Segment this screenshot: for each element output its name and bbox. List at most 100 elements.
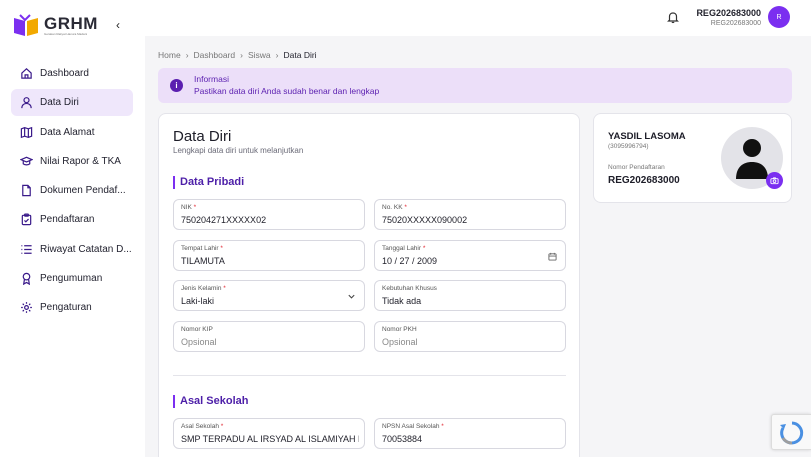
kebutuhan-khusus-field[interactable]: Kebutuhan Khusus Tidak ada <box>374 280 566 311</box>
sidebar-item-label: Dokumen Pendaf... <box>40 185 126 197</box>
profile-name: YASDIL LASOMA <box>608 131 686 142</box>
divider <box>173 375 566 376</box>
tempat-lahir-field[interactable]: Tempat Lahir * TILAMUTA <box>173 240 365 271</box>
kebutuhan-khusus-value: Tidak ada <box>382 296 422 306</box>
sidebar-item-pengumuman[interactable]: Pengumuman <box>11 265 133 292</box>
tanggal-lahir-label: Tanggal Lahir <box>382 245 422 252</box>
avatar[interactable]: R <box>768 6 790 28</box>
sidebar-item-dokumen[interactable]: Dokumen Pendaf... <box>11 177 133 204</box>
breadcrumb-home[interactable]: Home <box>158 50 181 60</box>
info-text: Pastikan data diri Anda sudah benar dan … <box>194 86 380 96</box>
info-alert: i Informasi Pastikan data diri Anda suda… <box>158 68 792 103</box>
home-icon <box>21 68 32 79</box>
logo-subtitle: Gerakan Rakyat Hanura Madani <box>44 31 88 36</box>
chevron-right-icon: › <box>240 50 243 60</box>
asal-sekolah-value: SMP TERPADU AL IRSYAD AL ISLAMIYAH KOTA … <box>181 434 359 444</box>
sidebar-nav: Dashboard Data Diri Data Alamat Nilai Ra… <box>11 60 133 324</box>
sidebar-item-label: Dashboard <box>40 68 89 79</box>
chevron-right-icon: › <box>185 50 189 60</box>
required-mark: * <box>220 423 224 430</box>
asal-sekolah-label: Asal Sekolah <box>181 423 219 430</box>
kk-value: 75020XXXXX090002 <box>382 215 468 225</box>
required-mark: * <box>220 245 223 252</box>
collapse-sidebar-icon[interactable]: ‹ <box>116 18 120 32</box>
required-mark: * <box>223 285 226 292</box>
gear-icon <box>21 302 32 314</box>
logo-title: GRHM <box>44 13 98 33</box>
jenis-kelamin-value: Laki-laki <box>181 296 215 306</box>
pkh-label: Nomor PKH <box>382 326 417 333</box>
sidebar-item-label: Riwayat Catatan D... <box>40 243 132 255</box>
topbar: REG202683000 REG202683000 R <box>145 0 811 36</box>
info-icon: i <box>170 79 183 92</box>
sidebar-item-label: Pengaturan <box>40 302 92 314</box>
required-mark: * <box>441 423 444 430</box>
kebutuhan-khusus-label: Kebutuhan Khusus <box>382 285 437 292</box>
registration-number: REG202683000 <box>608 175 680 186</box>
sidebar-item-label: Data Alamat <box>40 126 95 138</box>
award-icon <box>22 272 31 286</box>
breadcrumb-current: Data Diri <box>283 50 317 60</box>
section-asal-sekolah: Asal Sekolah <box>173 395 248 408</box>
recaptcha-badge[interactable] <box>771 414 811 450</box>
document-icon <box>22 184 31 197</box>
asal-sekolah-field[interactable]: Asal Sekolah * SMP TERPADU AL IRSYAD AL … <box>173 418 365 449</box>
sidebar-item-label: Data Diri <box>40 97 79 109</box>
tanggal-lahir-field[interactable]: Tanggal Lahir * 10 / 27 / 2009 <box>374 240 566 271</box>
graduation-cap-icon <box>20 156 33 166</box>
profile-card: YASDIL LASOMA (3095996794) Nomor Pendaft… <box>593 113 792 203</box>
npsn-field[interactable]: NPSN Asal Sekolah * 70053884 <box>374 418 566 449</box>
nik-value: 750204271XXXXX02 <box>181 215 267 225</box>
logo[interactable]: GRHM Gerakan Rakyat Hanura Madani <box>12 12 98 38</box>
tempat-lahir-value: TILAMUTA <box>181 256 225 266</box>
list-icon <box>21 244 32 254</box>
kip-placeholder: Opsional <box>181 337 217 347</box>
bell-icon[interactable] <box>666 10 680 24</box>
sidebar-item-riwayat[interactable]: Riwayat Catatan D... <box>11 236 133 263</box>
kip-field[interactable]: Nomor KIP Opsional <box>173 321 365 352</box>
chevron-right-icon: › <box>275 50 279 60</box>
user-name: REG202683000 <box>696 8 761 18</box>
pkh-placeholder: Opsional <box>382 337 418 347</box>
tempat-lahir-label: Tempat Lahir <box>181 245 219 252</box>
breadcrumb-dashboard[interactable]: Dashboard <box>194 50 236 60</box>
sidebar: GRHM Gerakan Rakyat Hanura Madani ‹ Dash… <box>0 0 145 457</box>
breadcrumb-siswa[interactable]: Siswa <box>248 50 271 60</box>
chevron-down-icon <box>348 294 355 299</box>
profile-nisn: (3095996794) <box>608 143 649 150</box>
jenis-kelamin-select[interactable]: Jenis Kelamin * Laki-laki <box>173 280 365 311</box>
tanggal-lahir-value: 10 / 27 / 2009 <box>382 256 438 266</box>
nik-label: NIK <box>181 204 192 211</box>
sidebar-item-nilai-rapor[interactable]: Nilai Rapor & TKA <box>11 148 133 175</box>
breadcrumb: Home › Dashboard › Siswa › Data Diri <box>158 50 317 60</box>
user-info[interactable]: REG202683000 REG202683000 <box>696 8 761 28</box>
data-diri-form-card: Data Diri Lengkapi data diri untuk melan… <box>158 113 580 457</box>
jenis-kelamin-label: Jenis Kelamin <box>181 285 222 292</box>
sidebar-item-pengaturan[interactable]: Pengaturan <box>11 294 133 321</box>
sidebar-item-label: Pendaftaran <box>40 214 95 226</box>
npsn-value: 70053884 <box>382 434 423 444</box>
user-sub: REG202683000 <box>710 20 761 27</box>
map-icon <box>20 126 33 138</box>
sidebar-item-label: Nilai Rapor & TKA <box>40 155 121 167</box>
camera-icon[interactable] <box>766 172 783 189</box>
kk-field[interactable]: No. KK * 75020XXXXX090002 <box>374 199 566 230</box>
pkh-field[interactable]: Nomor PKH Opsional <box>374 321 566 352</box>
calendar-icon[interactable] <box>548 252 557 261</box>
form-subtitle: Lengkapi data diri untuk melanjutkan <box>173 146 304 155</box>
nik-field[interactable]: NIK * 750204271XXXXX02 <box>173 199 365 230</box>
required-mark: * <box>193 204 197 211</box>
sidebar-item-data-alamat[interactable]: Data Alamat <box>11 119 133 146</box>
section-data-pribadi: Data Pribadi <box>173 176 244 189</box>
kip-label: Nomor KIP <box>181 326 213 333</box>
user-icon <box>21 97 32 109</box>
sidebar-item-dashboard[interactable]: Dashboard <box>11 60 133 87</box>
sidebar-item-data-diri[interactable]: Data Diri <box>11 89 133 117</box>
clipboard-check-icon <box>21 213 32 226</box>
sidebar-item-pendaftaran[interactable]: Pendaftaran <box>11 206 133 233</box>
recaptcha-icon <box>780 421 804 445</box>
kk-label: No. KK <box>382 204 403 211</box>
info-title: Informasi <box>194 74 229 84</box>
required-mark: * <box>404 204 407 211</box>
sidebar-item-label: Pengumuman <box>40 273 103 285</box>
